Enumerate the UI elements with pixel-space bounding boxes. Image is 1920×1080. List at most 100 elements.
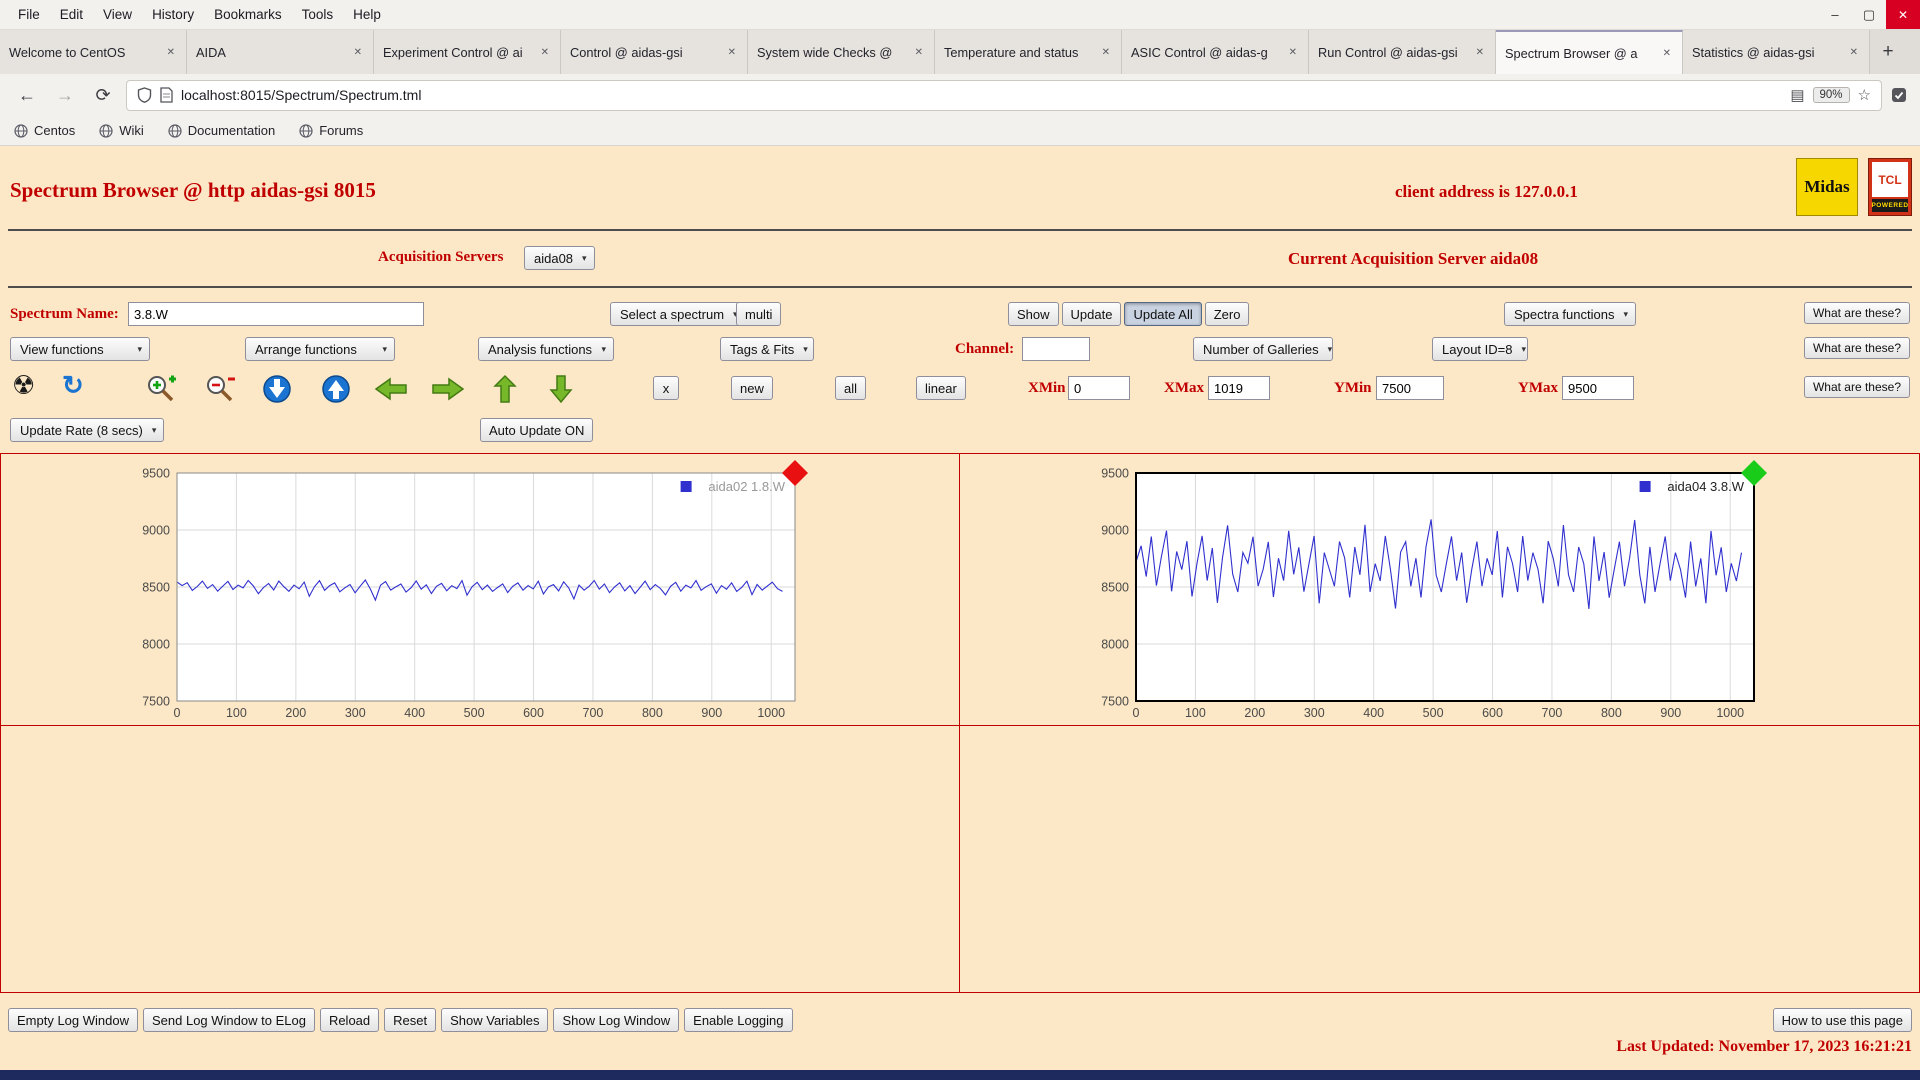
zoom-level-badge[interactable]: 90%	[1813, 87, 1850, 103]
zero-button[interactable]: Zero	[1205, 302, 1250, 326]
site-info-icon[interactable]	[160, 87, 173, 103]
tab-asic-control[interactable]: ASIC Control @ aidas-g ✕	[1122, 30, 1309, 74]
arrow-down-icon[interactable]	[548, 374, 574, 404]
new-tab-button[interactable]: +	[1870, 30, 1906, 74]
gallery-cell-aida04[interactable]: 7500800085009000950001002003004005006007…	[960, 454, 1919, 726]
menu-tools[interactable]: Tools	[292, 2, 344, 27]
tab-spectrum-browser[interactable]: Spectrum Browser @ a ✕	[1496, 30, 1683, 74]
update-all-button[interactable]: Update All	[1124, 302, 1201, 326]
tab-close-icon[interactable]: ✕	[726, 45, 738, 60]
spectrum-chart[interactable]: 7500800085009000950001002003004005006007…	[101, 459, 815, 726]
xmin-input[interactable]	[1068, 376, 1130, 400]
ymax-input[interactable]	[1562, 376, 1634, 400]
move-down-icon[interactable]	[262, 374, 292, 404]
reset-button[interactable]: Reset	[384, 1008, 436, 1032]
tab-system-wide-checks[interactable]: System wide Checks @ ✕	[748, 30, 935, 74]
tags-fits-select[interactable]: Tags & Fits ▾	[720, 337, 814, 361]
radiation-icon[interactable]: ☢	[12, 372, 35, 398]
menu-file[interactable]: File	[8, 2, 50, 27]
tab-close-icon[interactable]: ✕	[1100, 45, 1112, 60]
refresh-icon[interactable]: ↻	[62, 372, 84, 398]
send-log-to-elog-button[interactable]: Send Log Window to ELog	[143, 1008, 315, 1032]
layout-id-select[interactable]: Layout ID=8 ▾	[1432, 337, 1528, 361]
new-button[interactable]: new	[731, 376, 773, 400]
bookmark-forums[interactable]: Forums	[299, 123, 363, 138]
menu-edit[interactable]: Edit	[50, 2, 93, 27]
gallery-cell-aida02[interactable]: 7500800085009000950001002003004005006007…	[1, 454, 960, 726]
tab-label: Experiment Control @ ai	[383, 45, 533, 60]
how-to-use-button[interactable]: How to use this page	[1773, 1008, 1912, 1032]
bookmark-wiki[interactable]: Wiki	[99, 123, 144, 138]
analysis-functions-select[interactable]: Analysis functions ▾	[478, 337, 614, 361]
tab-aida[interactable]: AIDA ✕	[187, 30, 374, 74]
tab-welcome-centos[interactable]: Welcome to CentOS ✕	[0, 30, 187, 74]
arrow-up-icon[interactable]	[492, 374, 518, 404]
gallery-cell-empty-1[interactable]	[1, 726, 960, 992]
x-button[interactable]: x	[653, 376, 679, 400]
arrow-left-icon[interactable]	[374, 376, 408, 402]
zoom-out-icon[interactable]	[204, 374, 236, 404]
auto-update-button[interactable]: Auto Update ON	[480, 418, 593, 442]
spectra-functions-select[interactable]: Spectra functions ▾	[1504, 302, 1636, 326]
all-button[interactable]: all	[835, 376, 866, 400]
what-are-these-button[interactable]: What are these?	[1804, 376, 1910, 398]
arrange-functions-select[interactable]: Arrange functions ▾	[245, 337, 395, 361]
reload-icon[interactable]: ⟳	[88, 85, 118, 106]
tab-experiment-control[interactable]: Experiment Control @ ai ✕	[374, 30, 561, 74]
tab-close-icon[interactable]: ✕	[913, 45, 925, 60]
select-a-spectrum[interactable]: Select a spectrum ▾	[610, 302, 746, 326]
extension-icon[interactable]	[1890, 86, 1908, 104]
view-functions-select[interactable]: View functions ▾	[10, 337, 150, 361]
spectrum-name-input[interactable]	[128, 302, 424, 326]
back-icon[interactable]: ←	[12, 85, 42, 106]
maximize-button[interactable]: ▢	[1852, 0, 1886, 29]
url-bar[interactable]: localhost:8015/Spectrum/Spectrum.tml ▤ 9…	[126, 80, 1882, 111]
tab-temperature-status[interactable]: Temperature and status ✕	[935, 30, 1122, 74]
tab-close-icon[interactable]: ✕	[1474, 45, 1486, 60]
zoom-in-icon[interactable]	[145, 374, 177, 404]
what-are-these-button[interactable]: What are these?	[1804, 302, 1910, 324]
tab-run-control[interactable]: Run Control @ aidas-gsi ✕	[1309, 30, 1496, 74]
spectrum-chart[interactable]: 7500800085009000950001002003004005006007…	[1060, 459, 1774, 726]
tab-close-icon[interactable]: ✕	[1848, 45, 1860, 60]
xmax-input[interactable]	[1208, 376, 1270, 400]
tab-close-icon[interactable]: ✕	[1287, 45, 1299, 60]
what-are-these-button[interactable]: What are these?	[1804, 337, 1910, 359]
tab-close-icon[interactable]: ✕	[352, 45, 364, 60]
arrow-right-icon[interactable]	[431, 376, 465, 402]
empty-log-window-button[interactable]: Empty Log Window	[8, 1008, 138, 1032]
close-button[interactable]: ✕	[1886, 0, 1920, 29]
acquisition-server-select[interactable]: aida08 ▾	[524, 246, 595, 270]
reload-button[interactable]: Reload	[320, 1008, 379, 1032]
gallery-cell-empty-2[interactable]	[960, 726, 1919, 992]
tab-control-aidas-gsi[interactable]: Control @ aidas-gsi ✕	[561, 30, 748, 74]
tab-statistics[interactable]: Statistics @ aidas-gsi ✕	[1683, 30, 1870, 74]
show-button[interactable]: Show	[1008, 302, 1059, 326]
update-button[interactable]: Update	[1062, 302, 1122, 326]
menu-bookmarks[interactable]: Bookmarks	[204, 2, 292, 27]
update-rate-select[interactable]: Update Rate (8 secs) ▾	[10, 418, 164, 442]
ymin-input[interactable]	[1376, 376, 1444, 400]
bookmark-star-icon[interactable]: ☆	[1858, 86, 1871, 104]
shield-icon[interactable]	[137, 87, 152, 103]
menu-view[interactable]: View	[93, 2, 142, 27]
forward-icon[interactable]: →	[50, 85, 80, 106]
linear-button[interactable]: linear	[916, 376, 966, 400]
menu-help[interactable]: Help	[343, 2, 391, 27]
multi-button[interactable]: multi	[736, 302, 781, 326]
tab-close-icon[interactable]: ✕	[1661, 46, 1673, 61]
number-of-galleries-select[interactable]: Number of Galleries ▾	[1193, 337, 1333, 361]
enable-logging-button[interactable]: Enable Logging	[684, 1008, 792, 1032]
url-text[interactable]: localhost:8015/Spectrum/Spectrum.tml	[181, 87, 1782, 103]
bookmark-centos[interactable]: Centos	[14, 123, 75, 138]
minimize-button[interactable]: –	[1818, 0, 1852, 29]
reader-mode-icon[interactable]: ▤	[1790, 86, 1804, 104]
show-log-window-button[interactable]: Show Log Window	[553, 1008, 679, 1032]
bookmark-documentation[interactable]: Documentation	[168, 123, 275, 138]
channel-input[interactable]	[1022, 337, 1090, 361]
tab-close-icon[interactable]: ✕	[165, 45, 177, 60]
show-variables-button[interactable]: Show Variables	[441, 1008, 548, 1032]
move-up-icon[interactable]	[321, 374, 351, 404]
tab-close-icon[interactable]: ✕	[539, 45, 551, 60]
menu-history[interactable]: History	[142, 2, 204, 27]
